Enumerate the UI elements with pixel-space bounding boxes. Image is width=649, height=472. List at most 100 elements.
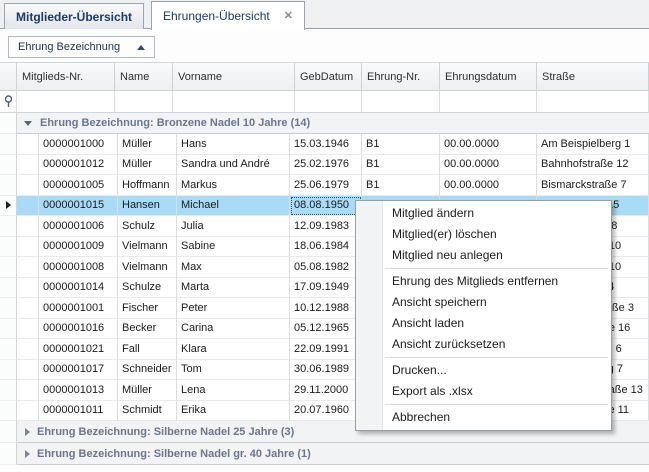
filter-cell[interactable]: [295, 91, 362, 113]
cell[interactable]: 05.12.1965: [290, 319, 362, 340]
cell[interactable]: Hansen: [118, 196, 177, 217]
cell[interactable]: 00.00.0000: [440, 175, 537, 196]
filter-cell[interactable]: [440, 91, 537, 113]
cell[interactable]: 0000001006: [39, 216, 118, 237]
cell[interactable]: 0000001021: [39, 339, 118, 360]
menu-item-ansicht-zurücksetzen[interactable]: Ansicht zurücksetzen: [356, 334, 611, 355]
cell[interactable]: 0000001008: [39, 257, 118, 278]
column-header-ehrung-nr-[interactable]: Ehrung-Nr.: [362, 63, 440, 91]
filter-cell[interactable]: [362, 91, 440, 113]
cell[interactable]: 10.12.1988: [290, 298, 362, 319]
table-row[interactable]: 0000001005HoffmannMarkus25.06.1979B100.0…: [0, 175, 649, 196]
cell[interactable]: 0000001011: [39, 401, 118, 422]
filter-cell[interactable]: [537, 91, 649, 113]
cell[interactable]: 0000001012: [39, 155, 118, 176]
menu-item-ehrung-des-mitglieds-entfernen[interactable]: Ehrung des Mitglieds entfernen: [356, 271, 611, 292]
filter-cell[interactable]: [173, 91, 295, 113]
cell[interactable]: 08.08.1950: [290, 196, 362, 217]
cell[interactable]: Erika: [177, 401, 290, 422]
cell[interactable]: 0000001005: [39, 175, 118, 196]
cell[interactable]: 05.08.1982: [290, 257, 362, 278]
group-row-body[interactable]: Ehrung Bezeichnung: Bronzene Nadel 10 Ja…: [17, 113, 649, 134]
expand-group-icon[interactable]: [25, 428, 30, 436]
cell[interactable]: 0000001014: [39, 278, 118, 299]
cell[interactable]: B1: [362, 134, 440, 155]
cell[interactable]: Carina: [177, 319, 290, 340]
table-row[interactable]: 0000001012MüllerSandra und André25.02.19…: [0, 155, 649, 176]
cell[interactable]: 25.06.1979: [290, 175, 362, 196]
menu-item-drucken-[interactable]: Drucken...: [356, 360, 611, 381]
cell[interactable]: 17.09.1949: [290, 278, 362, 299]
column-header-mitglieds-nr-[interactable]: Mitglieds-Nr.: [17, 63, 115, 91]
cell[interactable]: Hans: [177, 134, 290, 155]
column-header-stra-e[interactable]: Straße: [537, 63, 649, 91]
cell[interactable]: Schneider: [118, 360, 177, 381]
cell[interactable]: 12.09.1983: [290, 216, 362, 237]
cell[interactable]: 18.06.1984: [290, 237, 362, 258]
cell[interactable]: Vielmann: [118, 257, 177, 278]
cell[interactable]: Hoffmann: [118, 175, 177, 196]
menu-item-mitglied-ändern[interactable]: Mitglied ändern: [356, 203, 611, 224]
cell[interactable]: Müller: [118, 134, 177, 155]
group-row[interactable]: Ehrung Bezeichnung: Bronzene Nadel 10 Ja…: [0, 113, 649, 134]
cell[interactable]: Fischer: [118, 298, 177, 319]
cell[interactable]: Müller: [118, 380, 177, 401]
tab-mitglieder-uebersicht[interactable]: Mitglieder-Übersicht: [4, 3, 144, 29]
cell[interactable]: 0000001015: [39, 196, 118, 217]
menu-item-ansicht-speichern[interactable]: Ansicht speichern: [356, 292, 611, 313]
cell[interactable]: Lena: [177, 380, 290, 401]
cell[interactable]: 22.09.1991: [290, 339, 362, 360]
cell[interactable]: Fall: [118, 339, 177, 360]
menu-item-abbrechen[interactable]: Abbrechen: [356, 407, 611, 428]
table-row[interactable]: 0000001000MüllerHans15.03.1946B100.00.00…: [0, 134, 649, 155]
cell[interactable]: Klara: [177, 339, 290, 360]
cell[interactable]: 29.11.2000: [290, 380, 362, 401]
menu-item-ansicht-laden[interactable]: Ansicht laden: [356, 313, 611, 334]
menu-item-mitglied-neu-anlegen[interactable]: Mitglied neu anlegen: [356, 245, 611, 266]
group-row[interactable]: Ehrung Bezeichnung: Silberne Nadel gr. 4…: [0, 443, 649, 465]
cell[interactable]: Schulz: [118, 216, 177, 237]
column-header-vorname[interactable]: Vorname: [173, 63, 295, 91]
collapse-group-icon[interactable]: [24, 121, 32, 126]
cell[interactable]: 0000001000: [39, 134, 118, 155]
cell[interactable]: Bismarckstraße 7: [537, 175, 649, 196]
cell[interactable]: 0000001009: [39, 237, 118, 258]
cell[interactable]: Schulze: [118, 278, 177, 299]
cell[interactable]: Peter: [177, 298, 290, 319]
cell[interactable]: Am Beispielberg 1: [537, 134, 649, 155]
cell[interactable]: 00.00.0000: [440, 155, 537, 176]
cell[interactable]: Tom: [177, 360, 290, 381]
cell[interactable]: Max: [177, 257, 290, 278]
cell[interactable]: Sabine: [177, 237, 290, 258]
cell[interactable]: Vielmann: [118, 237, 177, 258]
group-row-body[interactable]: Ehrung Bezeichnung: Silberne Nadel gr. 4…: [17, 443, 649, 465]
cell[interactable]: Michael: [177, 196, 290, 217]
cell[interactable]: Julia: [177, 216, 290, 237]
cell[interactable]: 0000001013: [39, 380, 118, 401]
cell[interactable]: Markus: [177, 175, 290, 196]
menu-item-mitglied-er-löschen[interactable]: Mitglied(er) löschen: [356, 224, 611, 245]
column-header-name[interactable]: Name: [115, 63, 173, 91]
cell[interactable]: B1: [362, 155, 440, 176]
cell[interactable]: 0000001016: [39, 319, 118, 340]
cell[interactable]: Bahnhofstraße 12: [537, 155, 649, 176]
menu-item-export-als-xlsx[interactable]: Export als .xlsx: [356, 381, 611, 402]
cell[interactable]: Müller: [118, 155, 177, 176]
cell[interactable]: 30.06.1989: [290, 360, 362, 381]
expand-group-icon[interactable]: [25, 450, 30, 458]
cell[interactable]: 0000001017: [39, 360, 118, 381]
cell[interactable]: Schmidt: [118, 401, 177, 422]
cell[interactable]: Marta: [177, 278, 290, 299]
cell[interactable]: B1: [362, 175, 440, 196]
tab-ehrungen-uebersicht[interactable]: Ehrungen-Übersicht ✕: [151, 1, 305, 30]
cell[interactable]: 25.02.1976: [290, 155, 362, 176]
filter-cell[interactable]: [17, 91, 115, 113]
cell[interactable]: 00.00.0000: [440, 134, 537, 155]
column-header-ehrungsdatum[interactable]: Ehrungsdatum: [440, 63, 537, 91]
filter-cell[interactable]: [115, 91, 173, 113]
cell[interactable]: 0000001001: [39, 298, 118, 319]
column-header-gebdatum[interactable]: GebDatum: [295, 63, 362, 91]
cell[interactable]: Becker: [118, 319, 177, 340]
cell[interactable]: 15.03.1946: [290, 134, 362, 155]
cell[interactable]: 20.07.1960: [290, 401, 362, 422]
